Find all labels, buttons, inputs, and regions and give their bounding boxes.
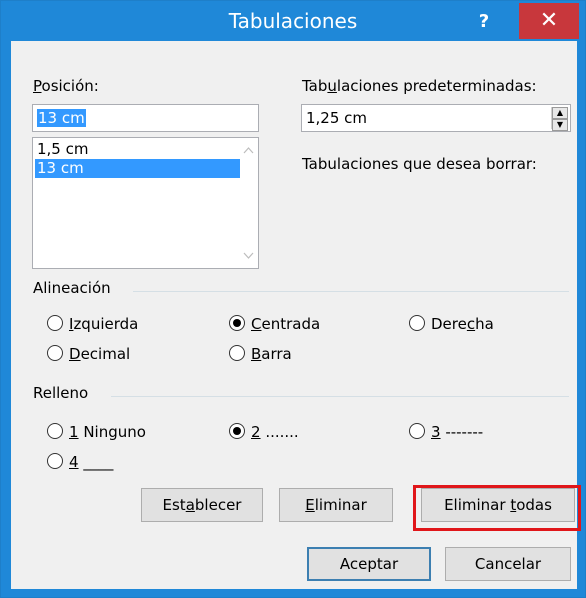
list-scrollbar[interactable] bbox=[240, 139, 257, 267]
leader-3-radio[interactable]: 3 ------- bbox=[409, 422, 483, 441]
radio-circle-icon bbox=[47, 314, 63, 331]
leader-1-radio[interactable]: 1 Ninguno bbox=[47, 422, 146, 441]
leader-4-radio[interactable]: 4 ____ bbox=[47, 452, 113, 471]
highlight-box bbox=[413, 485, 581, 531]
radio-circle-icon bbox=[409, 422, 425, 439]
align-center-radio[interactable]: Centrada bbox=[229, 314, 320, 333]
list-item-selected[interactable]: 13 cm bbox=[35, 159, 240, 178]
spin-down-icon[interactable]: ▼ bbox=[552, 119, 568, 131]
radio-circle-icon bbox=[47, 344, 63, 361]
alignment-group-label: Alineación bbox=[33, 279, 111, 297]
align-decimal-radio[interactable]: Decimal bbox=[47, 344, 130, 363]
scroll-arrows-icon bbox=[243, 147, 254, 259]
cancel-button[interactable]: Cancelar bbox=[445, 547, 571, 581]
list-item[interactable]: 1,5 cm bbox=[35, 140, 240, 159]
alignment-divider bbox=[133, 291, 569, 292]
default-tabs-value: 1,25 cm bbox=[306, 109, 368, 127]
position-label: Posición: bbox=[33, 77, 99, 95]
radio-selected-icon bbox=[229, 314, 245, 331]
close-button[interactable]: ✕ bbox=[519, 3, 579, 39]
align-right-radio[interactable]: Derecha bbox=[409, 314, 494, 333]
help-button[interactable]: ? bbox=[461, 5, 507, 39]
radio-selected-icon bbox=[229, 422, 245, 439]
title-bar: Tabulaciones ? ✕ bbox=[1, 1, 585, 41]
clear-button[interactable]: Eliminar bbox=[279, 488, 393, 522]
leader-2-radio[interactable]: 2 ....... bbox=[229, 422, 299, 441]
set-button[interactable]: Establecer bbox=[141, 488, 263, 522]
radio-circle-icon bbox=[47, 452, 63, 469]
align-bar-radio[interactable]: Barra bbox=[229, 344, 292, 363]
default-tabs-label: Tabulaciones predeterminadas: bbox=[302, 77, 537, 95]
default-tabs-spinbox[interactable]: 1,25 cm ▲ ▼ bbox=[301, 104, 571, 132]
position-input[interactable]: 13 cm bbox=[32, 104, 259, 132]
dialog-window: Tabulaciones ? ✕ Posición: 13 cm 1,5 cm … bbox=[0, 0, 586, 598]
clear-tabs-label: Tabulaciones que desea borrar: bbox=[302, 155, 537, 173]
spin-up-icon[interactable]: ▲ bbox=[552, 107, 568, 119]
ok-button[interactable]: Aceptar bbox=[307, 547, 431, 581]
align-left-radio[interactable]: Izquierda bbox=[47, 314, 138, 333]
leader-divider bbox=[111, 396, 569, 397]
radio-circle-icon bbox=[47, 422, 63, 439]
radio-circle-icon bbox=[229, 344, 245, 361]
radio-circle-icon bbox=[409, 314, 425, 331]
leader-group-label: Relleno bbox=[33, 384, 89, 402]
spin-control: ▲ ▼ bbox=[551, 107, 568, 131]
position-list[interactable]: 1,5 cm 13 cm bbox=[32, 137, 259, 269]
